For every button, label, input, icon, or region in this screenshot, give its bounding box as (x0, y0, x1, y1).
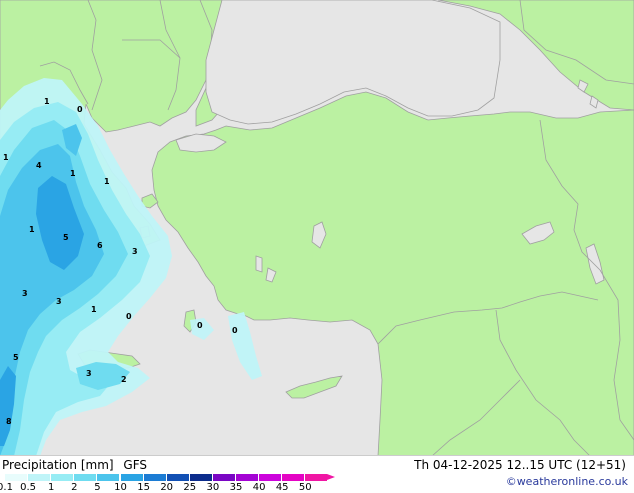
legend-swatch (282, 474, 305, 481)
legend-swatch (236, 474, 259, 481)
precip-value-label: 0 (197, 321, 203, 330)
legend-tick-label: 10 (114, 482, 127, 493)
precip-value-label: 3 (86, 369, 92, 378)
legend-swatch (5, 474, 28, 481)
legend-tick-label: 0.5 (20, 482, 37, 493)
precipitation-map[interactable]: 1 0 1 4 1 1 1 5 6 3 3 3 1 0 0 0 5 3 2 8 (0, 0, 634, 456)
precip-value-label: 0 (232, 326, 238, 335)
legend-swatch (189, 474, 212, 481)
legend-swatch (51, 474, 74, 481)
precip-value-label: 3 (22, 289, 28, 298)
precip-value-label: 1 (104, 177, 110, 186)
precip-value-label: 5 (13, 353, 19, 362)
precip-value-label: 5 (63, 233, 69, 242)
legend-swatch (74, 474, 97, 481)
map-title: Precipitation [mm] GFS (2, 459, 147, 471)
legend-arrow (327, 474, 336, 480)
legend-tick-label: 35 (229, 482, 243, 493)
credit-link[interactable]: ©weatheronline.co.uk (506, 476, 628, 487)
precip-value-label: 3 (132, 247, 138, 256)
precip-value-label: 2 (121, 375, 127, 384)
legend-tick-label: 45 (275, 482, 289, 493)
lake-beysehir (255, 255, 263, 273)
model-name: GFS (123, 458, 147, 472)
legend-tick-label: 20 (160, 482, 174, 493)
legend-tick-label: 40 (252, 482, 266, 493)
legend-swatch (28, 474, 51, 481)
legend-swatch (97, 474, 120, 481)
legend-tick-label: 15 (137, 482, 150, 493)
precip-value-label: 3 (56, 297, 62, 306)
precip-value-label: 1 (29, 225, 35, 234)
legend-swatch (305, 474, 328, 481)
precip-value-label: 1 (44, 97, 50, 106)
precip-value-label: 8 (6, 417, 12, 426)
legend-tick-label: 50 (298, 482, 312, 493)
legend-swatch (259, 474, 282, 481)
precip-value-label: 0 (126, 312, 132, 321)
precip-value-label: 0 (77, 105, 83, 114)
legend-swatch (212, 474, 235, 481)
legend-tick-label: 5 (94, 482, 101, 493)
legend-tick-label: 0.1 (0, 482, 13, 493)
legend-tick-label: 1 (48, 482, 55, 493)
precip-value-label: 1 (91, 305, 97, 314)
forecast-datetime: Th 04-12-2025 12..15 UTC (12+51) (414, 458, 626, 472)
precip-value-label: 1 (3, 153, 9, 162)
legend-swatch (143, 474, 166, 481)
precip-value-label: 6 (97, 241, 103, 250)
precip-value-label: 4 (36, 161, 42, 170)
legend-tick-label: 2 (71, 482, 78, 493)
legend-swatch (166, 474, 189, 481)
legend-tick-label: 25 (183, 482, 197, 493)
precip-value-label: 1 (70, 169, 76, 178)
title-text: Precipitation [mm] (2, 458, 114, 472)
legend-swatch (120, 474, 143, 481)
legend-tick-label: 30 (206, 482, 220, 493)
